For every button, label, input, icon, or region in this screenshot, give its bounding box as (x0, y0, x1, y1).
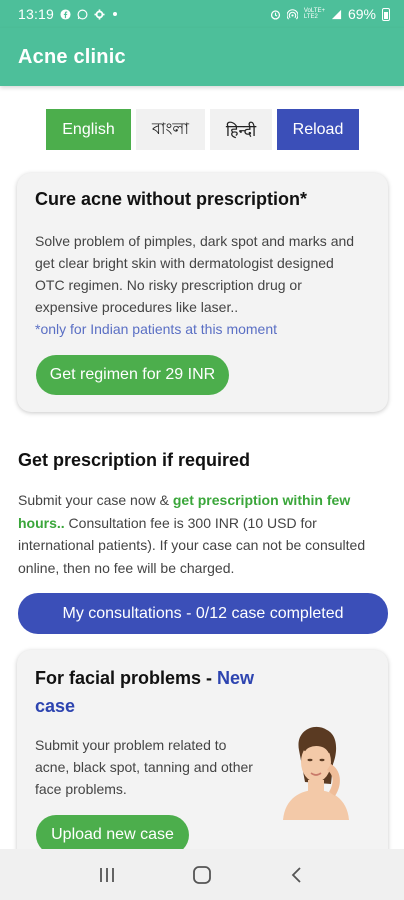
language-hindi-button[interactable]: हिन्दी (210, 109, 272, 150)
language-english-button[interactable]: English (46, 109, 131, 150)
recent-apps-button[interactable] (87, 855, 127, 895)
prescription-text-suffix: Consultation fee is 300 INR (10 USD for … (18, 514, 366, 576)
battery-percent: 69% (347, 6, 376, 22)
network-indicator: VoLTE+ LTE2 (304, 8, 325, 20)
facial-card-title-prefix: For facial problems - (35, 668, 218, 688)
prescription-text-prefix: Submit your case now & (18, 492, 173, 508)
face-illustration (283, 726, 349, 820)
reload-button[interactable]: Reload (277, 109, 359, 150)
status-bar: 13:19 VoLTE+ LTE2 69% (0, 0, 404, 28)
notification-dot-icon (113, 12, 118, 16)
my-consultations-button[interactable]: My consultations - 0/12 case completed (18, 593, 388, 634)
settings-icon (94, 8, 105, 20)
status-time: 13:19 (18, 6, 55, 22)
signal-icon (331, 9, 342, 19)
network-label-bottom: LTE2 (303, 14, 318, 20)
battery-icon (382, 7, 390, 21)
recent-apps-icon (100, 867, 115, 882)
home-icon (193, 865, 211, 884)
app-bar: Acne clinic (0, 28, 404, 86)
prescription-text: Submit your case now & get prescription … (18, 489, 388, 579)
home-button[interactable] (182, 855, 222, 895)
otc-card-body: Solve problem of pimples, dark spot and … (35, 230, 365, 340)
otc-card-title: Cure acne without prescription* (35, 189, 308, 209)
language-bangla-button[interactable]: বাংলা (136, 109, 205, 150)
otc-regimen-card: Cure acne without prescription* Solve pr… (17, 173, 388, 412)
get-regimen-button[interactable]: Get regimen for 29 INR (36, 355, 229, 395)
system-navigation-bar (0, 849, 404, 900)
facial-card-title: For facial problems - New case (35, 664, 275, 720)
back-button[interactable] (277, 855, 317, 895)
facebook-icon (60, 8, 71, 20)
otc-card-note: *only for Indian patients at this moment (35, 321, 278, 337)
prescription-title: Get prescription if required (18, 450, 251, 470)
alarm-icon (270, 9, 280, 20)
otc-card-description: Solve problem of pimples, dark spot and … (35, 233, 355, 315)
back-icon (291, 866, 301, 883)
hotspot-icon (286, 8, 298, 19)
facial-card-description: Submit your problem related to acne, bla… (35, 737, 253, 797)
language-selector: English বাংলা हिन्दी Reload (46, 109, 359, 150)
app-title: Acne clinic (18, 45, 126, 68)
whatsapp-icon (77, 9, 88, 19)
facial-problems-card: For facial problems - New case Submit yo… (17, 650, 388, 870)
